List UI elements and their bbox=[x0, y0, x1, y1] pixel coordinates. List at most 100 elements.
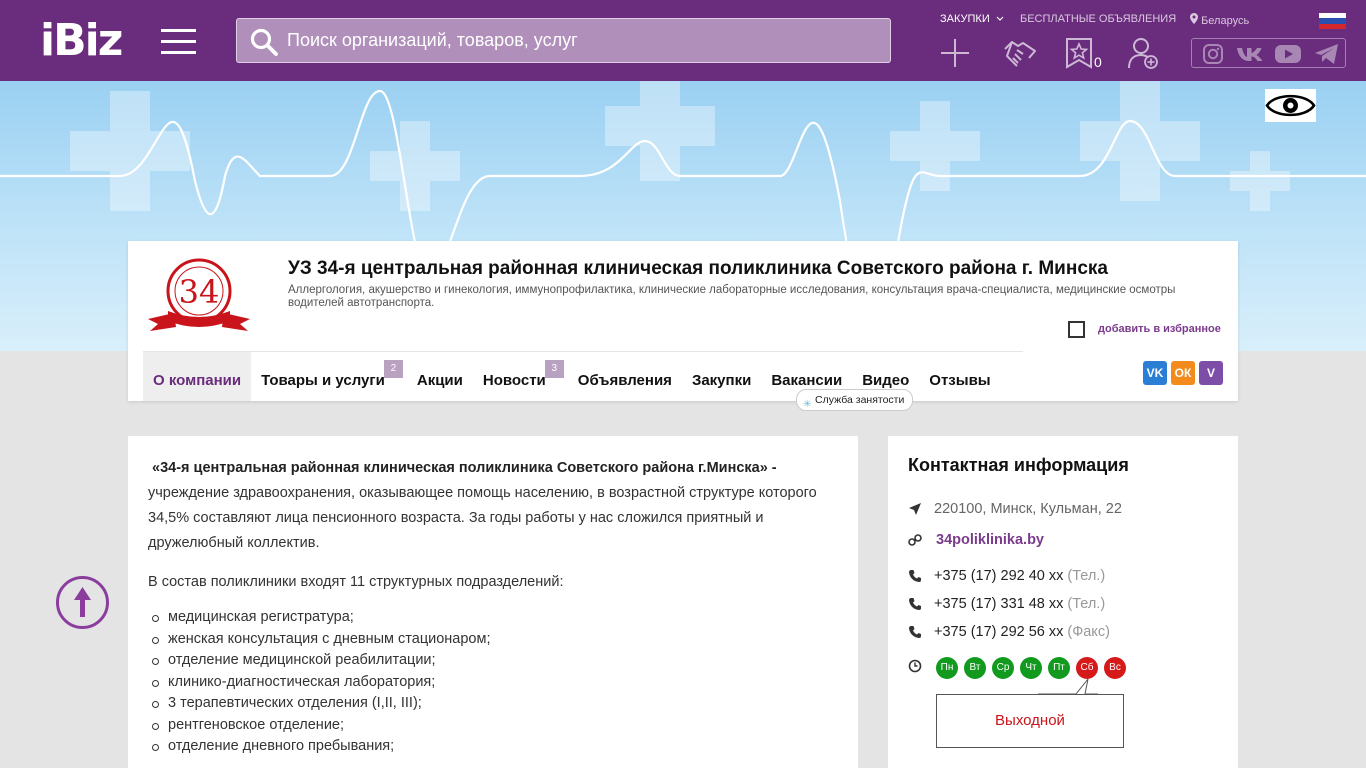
about-section: «34-я центральная районная клиническая п… bbox=[128, 436, 858, 768]
site-logo[interactable]: iBiz bbox=[40, 17, 123, 65]
fax-row: +375 (17) 292 56 xx (Факс) bbox=[908, 622, 1110, 642]
purchases-link: ЗАКУПКИ bbox=[940, 13, 990, 25]
tab-label: Видео bbox=[862, 372, 910, 389]
add-favorite-label: добавить в избранное bbox=[1098, 323, 1221, 335]
favorite-checkbox[interactable] bbox=[1068, 320, 1085, 338]
tab-label: Объявления bbox=[577, 372, 672, 389]
purchases-dropdown[interactable]: ЗАКУПКИ bbox=[940, 13, 1004, 25]
list-item: отделение дневного пребывания; bbox=[148, 736, 838, 758]
employment-service-label: Служба занятости bbox=[815, 394, 905, 406]
social-links bbox=[1191, 38, 1346, 68]
add-plus-icon[interactable] bbox=[938, 36, 972, 70]
phone-icon bbox=[909, 570, 921, 582]
tab-label: Товары и услуги bbox=[261, 372, 385, 389]
scroll-top-arrow-icon[interactable] bbox=[56, 576, 109, 629]
day-indicator[interactable]: Вт bbox=[964, 657, 986, 679]
list-item: медицинская регистратура; bbox=[148, 607, 838, 629]
tab-reviews[interactable]: Отзывы bbox=[919, 352, 1000, 401]
contact-panel: Контактная информация 220100, Минск, Кул… bbox=[888, 436, 1238, 768]
share-ok-button[interactable]: ОК bbox=[1171, 361, 1195, 385]
favorites-count: 0 bbox=[1094, 54, 1102, 70]
website-link[interactable]: 34poliklinika.by bbox=[936, 532, 1044, 548]
list-item: клинико-диагностическая лаборатория; bbox=[148, 672, 838, 694]
day-indicator[interactable]: Ср bbox=[992, 657, 1014, 679]
company-card: 34 УЗ 34-я центральная районная клиничес… bbox=[128, 241, 1238, 411]
menu-burger-icon[interactable] bbox=[161, 29, 196, 54]
tab-news[interactable]: Новости 3 bbox=[473, 352, 564, 401]
tab-ads[interactable]: Объявления bbox=[568, 352, 682, 401]
list-item: женская консультация с дневным стационар… bbox=[148, 629, 838, 651]
snowflake-icon: ✳ bbox=[803, 399, 812, 410]
list-item: 3 терапевтических отделения (I,II, III); bbox=[148, 693, 838, 715]
day-indicator[interactable]: Вс bbox=[1104, 657, 1126, 679]
youtube-icon[interactable] bbox=[1274, 43, 1302, 65]
list-item: рентгеновское отделение; bbox=[148, 715, 838, 737]
company-title: УЗ 34-я центральная районная клиническая… bbox=[288, 258, 1108, 279]
fax-number[interactable]: +375 (17) 292 56 xx bbox=[934, 624, 1063, 640]
phone-row: +375 (17) 292 40 xx (Тел.) bbox=[908, 566, 1105, 586]
day-indicator[interactable]: Пн bbox=[936, 657, 958, 679]
day-indicator[interactable]: Чт bbox=[1020, 657, 1042, 679]
day-indicator[interactable]: Сб bbox=[1076, 657, 1098, 679]
about-intro: В состав поликлиники входят 11 структурн… bbox=[148, 574, 564, 590]
fax-type: (Факс) bbox=[1067, 624, 1110, 640]
location-arrow-icon bbox=[909, 503, 921, 515]
add-favorite-toggle[interactable]: добавить в избранное bbox=[1068, 320, 1221, 338]
user-add-icon[interactable] bbox=[1126, 36, 1160, 70]
chevron-down-icon bbox=[996, 16, 1004, 21]
search-bar bbox=[236, 18, 891, 63]
favorites-star-icon[interactable] bbox=[1062, 36, 1096, 70]
phone-number[interactable]: +375 (17) 331 48 xx bbox=[934, 596, 1063, 612]
tab-label: Акции bbox=[416, 372, 463, 389]
employment-service-badge[interactable]: ✳ Служба занятости bbox=[796, 389, 914, 411]
phone-type: (Тел.) bbox=[1067, 596, 1106, 612]
instagram-icon[interactable] bbox=[1202, 43, 1224, 65]
tab-label: Новости bbox=[482, 372, 546, 389]
website-row: 34poliklinika.by bbox=[908, 530, 1044, 550]
departments-list: медицинская регистратура; женская консул… bbox=[148, 607, 838, 758]
telegram-icon[interactable] bbox=[1314, 43, 1340, 65]
tab-label: Закупки bbox=[691, 372, 752, 389]
visually-impaired-eye-icon[interactable] bbox=[1265, 89, 1316, 122]
share-vk-button[interactable]: VK bbox=[1143, 361, 1167, 385]
day-off-tooltip: Выходной bbox=[936, 694, 1124, 748]
top-bar: iBiz ЗАКУПКИ БЕСПЛАТНЫЕ ОБЪЯВЛЕНИЯ Белар… bbox=[0, 0, 1366, 81]
tab-promotions[interactable]: Акции bbox=[407, 352, 473, 401]
about-lead-bold: «34-я центральная районная клиническая п… bbox=[152, 460, 777, 476]
link-icon bbox=[908, 534, 922, 546]
list-item: отделение медицинской реабилитации; bbox=[148, 650, 838, 672]
phone-number[interactable]: +375 (17) 292 40 xx bbox=[934, 568, 1063, 584]
day-indicator[interactable]: Пт bbox=[1048, 657, 1070, 679]
phone-icon bbox=[909, 598, 921, 610]
region-label: Беларусь bbox=[1201, 15, 1250, 27]
tab-count-badge: 2 bbox=[383, 360, 403, 378]
contact-title: Контактная информация bbox=[908, 455, 1129, 475]
region-selector[interactable]: Беларусь bbox=[1190, 13, 1249, 27]
search-input[interactable] bbox=[287, 19, 877, 62]
tab-label: О компании bbox=[153, 372, 242, 389]
company-description: Аллергология, акушерство и гинекология, … bbox=[288, 284, 1176, 309]
free-ads-link[interactable]: БЕСПЛАТНЫЕ ОБЪЯВЛЕНИЯ bbox=[1020, 13, 1176, 25]
address-row: 220100, Минск, Кульман, 22 bbox=[908, 499, 1122, 519]
logo-number: 34 bbox=[179, 273, 220, 311]
phone-icon bbox=[909, 626, 921, 638]
about-lead-text: учреждение здравоохранения, оказывающее … bbox=[148, 485, 817, 551]
address-text: 220100, Минск, Кульман, 22 bbox=[934, 501, 1122, 517]
phone-type: (Тел.) bbox=[1067, 568, 1106, 584]
working-days: Пн Вт Ср Чт Пт Сб Вс bbox=[936, 657, 1126, 679]
handshake-icon[interactable] bbox=[1003, 36, 1037, 70]
about-lead: «34-я центральная районная клиническая п… bbox=[148, 456, 838, 556]
location-pin-icon bbox=[1190, 13, 1198, 24]
phone-row: +375 (17) 331 48 xx (Тел.) bbox=[908, 594, 1105, 614]
tab-products[interactable]: Товары и услуги 2 bbox=[251, 352, 403, 401]
russian-flag-icon[interactable] bbox=[1319, 13, 1346, 29]
search-icon[interactable] bbox=[249, 27, 279, 57]
tab-purchases[interactable]: Закупки bbox=[682, 352, 761, 401]
vk-icon[interactable] bbox=[1236, 43, 1266, 65]
clock-icon bbox=[908, 659, 922, 673]
tab-about[interactable]: О компании bbox=[143, 352, 252, 401]
company-logo: 34 bbox=[148, 258, 250, 331]
tab-label: Вакансии bbox=[771, 372, 843, 389]
tab-count-badge: 3 bbox=[544, 360, 564, 378]
share-viber-button[interactable]: V bbox=[1199, 361, 1223, 385]
